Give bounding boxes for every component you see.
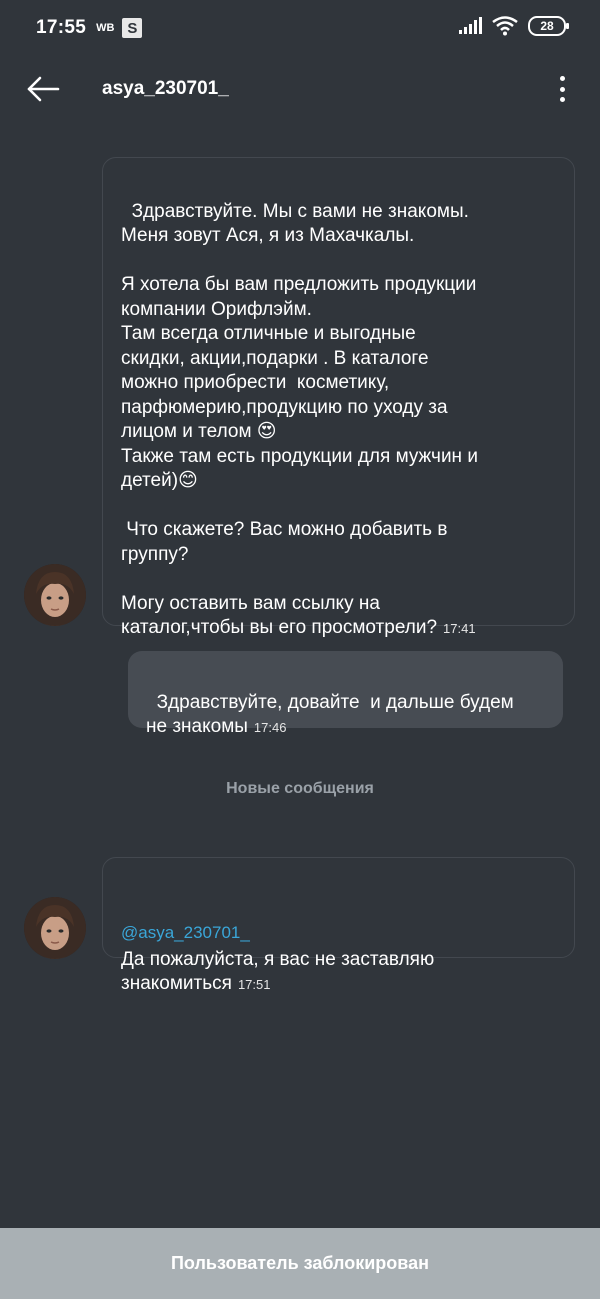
new-messages-divider: Новые сообщения [226, 780, 374, 797]
message-time: 17:51 [237, 977, 271, 992]
more-options-button[interactable] [550, 72, 574, 106]
message-text: Здравствуйте, довайте и дальше будем не … [146, 691, 514, 738]
avatar[interactable] [24, 564, 86, 626]
message-time: 17:41 [443, 621, 476, 636]
message-text: Да пожалуйста, я вас не заставляю знаком… [121, 948, 435, 995]
status-icons: 28 [458, 16, 569, 36]
blocked-banner[interactable]: Пользователь заблокирован [0, 1228, 600, 1299]
status-time: 17:55 [36, 17, 87, 38]
arrow-left-icon [27, 76, 60, 102]
message-bubble-incoming[interactable]: Здравствуйте. Мы с вами не знакомы. Меня… [102, 157, 575, 638]
chat-header: asya_230701_ [0, 56, 600, 122]
app-badge-icon: S [122, 18, 143, 38]
reply-mention[interactable]: @asya_230701_ [121, 921, 556, 946]
message-time: 17:46 [253, 720, 287, 735]
battery-level: 28 [540, 19, 554, 33]
message-text: Здравствуйте. Мы с вами не знакомы. Меня… [121, 200, 478, 639]
wifi-icon [492, 16, 518, 36]
status-bar: 17:55 WB S 28 [0, 0, 600, 56]
blocked-label: Пользователь заблокирован [170, 1253, 429, 1273]
more-vertical-icon [559, 76, 565, 81]
message-bubble-incoming[interactable]: @asya_230701_ Да пожалуйста, я вас не зас… [102, 857, 575, 994]
carrier-label: WB [96, 22, 115, 34]
avatar[interactable] [24, 897, 86, 959]
signal-icon [459, 17, 482, 34]
message-bubble-outgoing[interactable]: Здравствуйте, довайте и дальше будем не … [128, 651, 563, 737]
chat-title[interactable]: asya_230701_ [102, 78, 229, 100]
battery-icon: 28 [528, 16, 569, 36]
back-button[interactable] [26, 74, 62, 104]
